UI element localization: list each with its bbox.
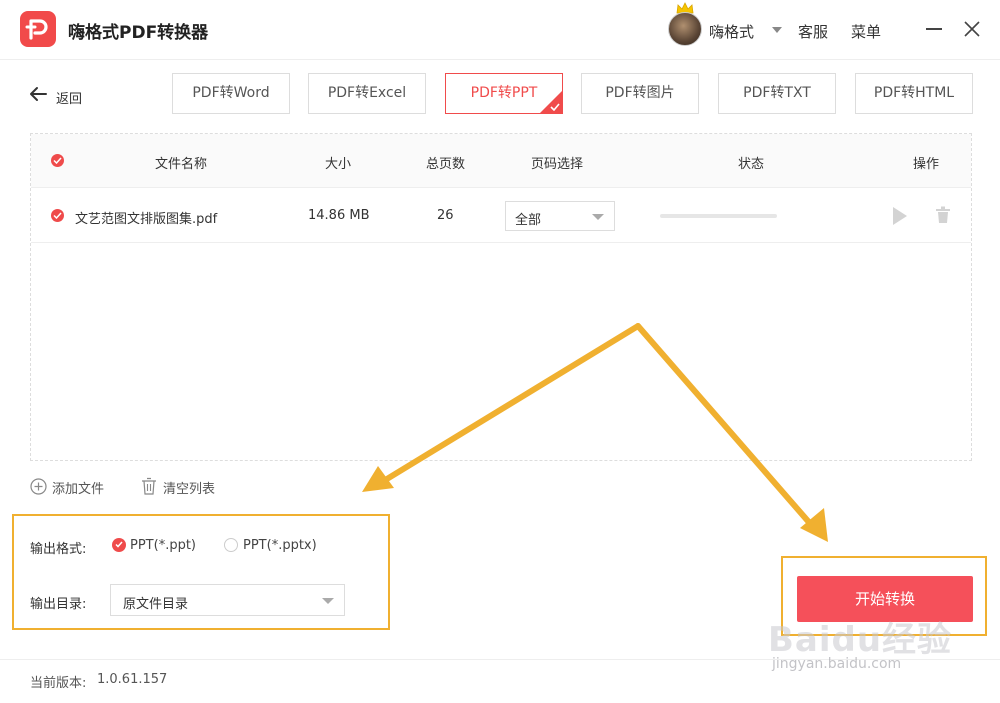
output-dir-dropdown[interactable]: 原文件目录 <box>110 584 345 616</box>
menu-button[interactable]: 菜单 <box>851 21 881 42</box>
watermark-logo: Baidu经验 <box>768 620 953 660</box>
file-pages: 26 <box>437 208 454 223</box>
user-avatar[interactable] <box>668 12 702 46</box>
file-size: 14.86 MB <box>308 208 370 223</box>
header-file-name: 文件名称 <box>155 157 208 172</box>
output-dir-value: 原文件目录 <box>123 597 189 612</box>
tab-pdf-to-txt[interactable]: PDF转TXT <box>718 73 836 114</box>
check-icon <box>550 103 560 111</box>
row-checkbox[interactable] <box>51 209 64 222</box>
chevron-down-icon[interactable] <box>772 27 782 33</box>
chevron-down-icon <box>322 598 334 604</box>
add-file-label: 添加文件 <box>52 482 105 497</box>
file-name: 文艺范图文排版图集.pdf <box>75 212 218 227</box>
title-bar: 嗨格式PDF转换器 嗨格式 客服 菜单 <box>0 0 1000 60</box>
play-icon[interactable] <box>893 207 907 225</box>
table-header: 文件名称 大小 总页数 页码选择 状态 操作 <box>31 134 971 188</box>
tab-pdf-to-html[interactable]: PDF转HTML <box>855 73 973 114</box>
file-table: 文件名称 大小 总页数 页码选择 状态 操作 文艺范图文排版图集.pdf 14.… <box>30 133 972 461</box>
radio-ppt[interactable] <box>112 538 126 552</box>
header-page-select: 页码选择 <box>531 157 584 172</box>
select-all-checkbox[interactable] <box>51 154 64 167</box>
tab-pdf-to-image[interactable]: PDF转图片 <box>581 73 699 114</box>
conversion-progress-bar <box>660 214 777 218</box>
username[interactable]: 嗨格式 <box>709 21 754 42</box>
version-label: 当前版本: <box>30 676 87 691</box>
chevron-down-icon <box>592 214 604 220</box>
arrow-left-icon <box>30 87 47 101</box>
arrow-head <box>800 508 828 542</box>
back-label: 返回 <box>56 92 83 107</box>
page-select-value: 全部 <box>515 213 542 228</box>
trash-icon <box>142 477 156 495</box>
table-row: 文艺范图文排版图集.pdf 14.86 MB 26 全部 <box>31 189 971 243</box>
tab-pdf-to-excel[interactable]: PDF转Excel <box>308 73 426 114</box>
clear-list-label: 清空列表 <box>163 482 216 497</box>
tab-pdf-to-word[interactable]: PDF转Word <box>172 73 290 114</box>
output-settings-panel: 输出格式: PPT(*.ppt) PPT(*.pptx) 输出目录: 原文件目录 <box>12 514 390 630</box>
app-title: 嗨格式PDF转换器 <box>68 23 209 43</box>
arrow-head <box>362 466 394 492</box>
radio-pptx[interactable] <box>224 538 238 552</box>
output-dir-label: 输出目录: <box>30 597 87 612</box>
header-status: 状态 <box>738 157 765 172</box>
plus-circle-icon <box>30 478 47 495</box>
tab-label: PDF转PPT <box>470 85 538 101</box>
radio-ppt-label[interactable]: PPT(*.ppt) <box>130 538 196 553</box>
header-size: 大小 <box>325 157 352 172</box>
trash-icon[interactable] <box>935 206 951 224</box>
radio-pptx-label[interactable]: PPT(*.pptx) <box>243 538 317 553</box>
tab-pdf-to-ppt[interactable]: PDF转PPT <box>445 73 563 114</box>
app-logo-icon <box>20 11 56 47</box>
customer-service-button[interactable]: 客服 <box>798 21 828 42</box>
header-actions: 操作 <box>913 157 940 172</box>
output-format-label: 输出格式: <box>30 542 87 557</box>
watermark-url: jingyan.baidu.com <box>772 656 902 672</box>
header-pages: 总页数 <box>426 157 466 172</box>
version-number: 1.0.61.157 <box>97 672 168 687</box>
close-icon[interactable] <box>963 20 981 38</box>
minimize-icon[interactable] <box>926 28 942 30</box>
page-select-dropdown[interactable]: 全部 <box>505 201 615 231</box>
back-button[interactable]: 返回 <box>28 84 88 107</box>
